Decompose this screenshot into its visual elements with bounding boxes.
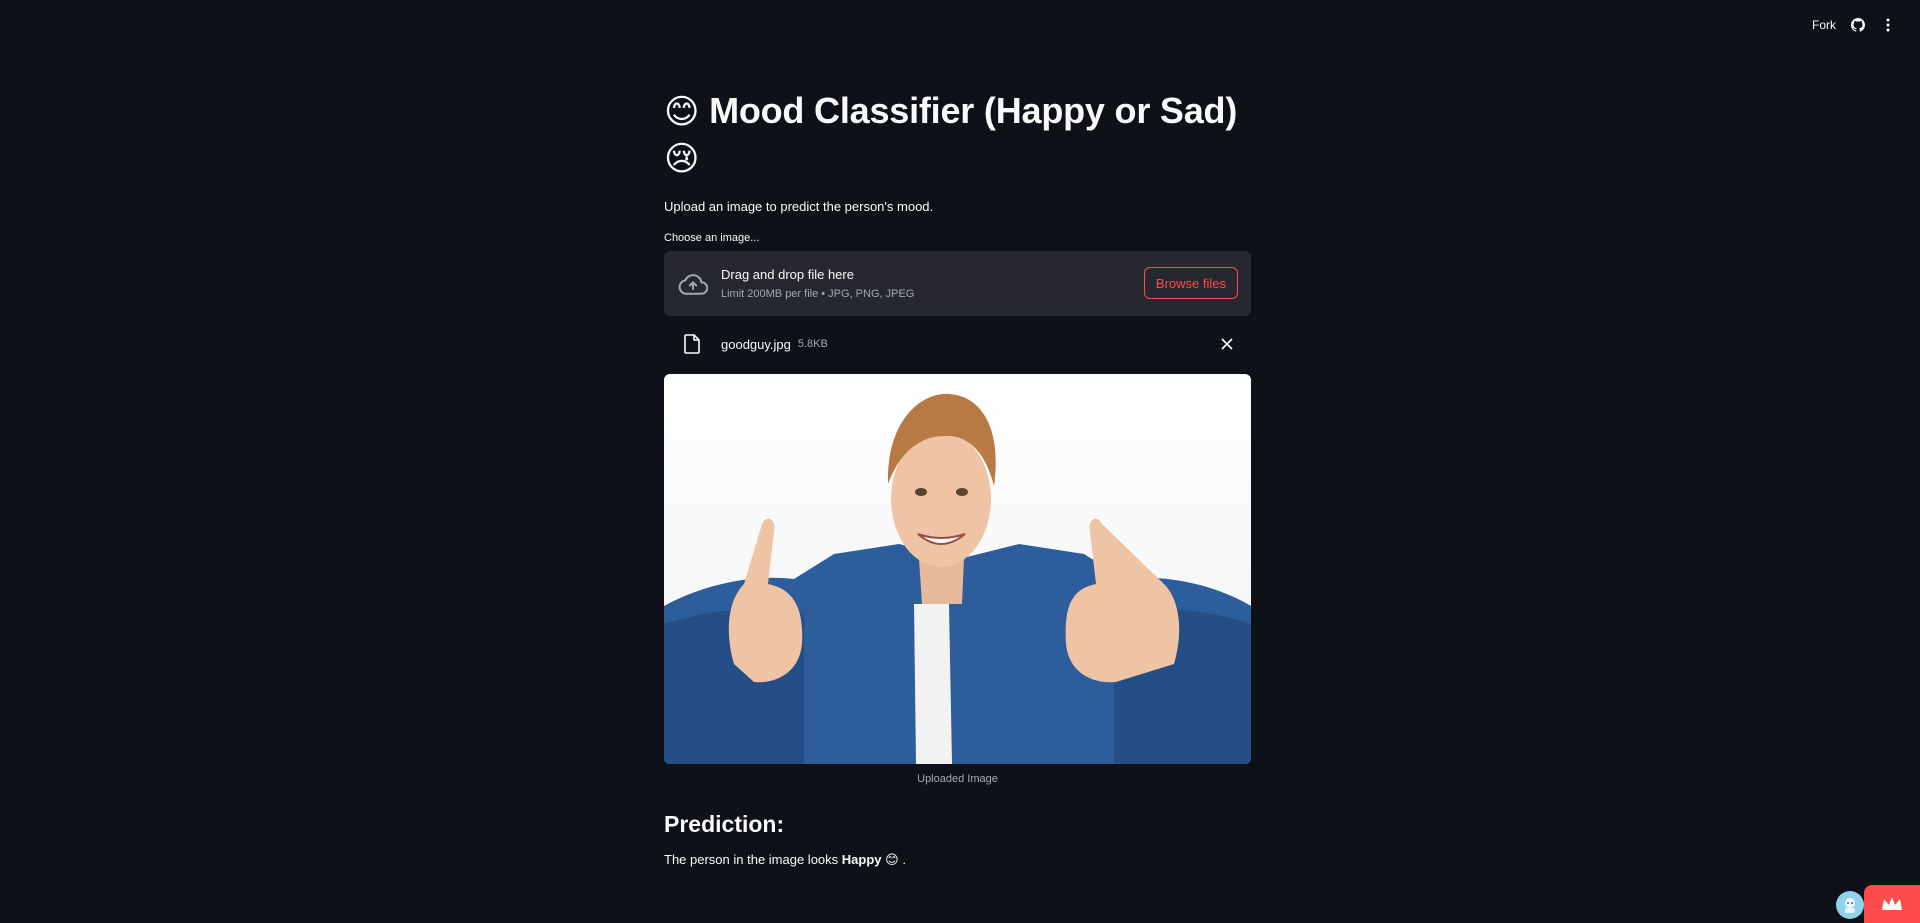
more-vertical-icon[interactable] bbox=[1880, 17, 1896, 33]
prediction-text: The person in the image looks Happy 😊 . bbox=[664, 852, 1251, 868]
github-icon[interactable] bbox=[1850, 17, 1866, 33]
cloud-upload-icon bbox=[677, 268, 709, 300]
page-title-text: Mood Classifier (Happy or Sad) bbox=[709, 90, 1238, 131]
smile-emoji-icon: 😊 bbox=[664, 93, 700, 131]
streamlit-crown-badge-icon[interactable] bbox=[1864, 885, 1920, 923]
prediction-value: Happy bbox=[841, 852, 882, 867]
remove-file-icon[interactable] bbox=[1219, 336, 1235, 352]
fork-button[interactable]: Fork bbox=[1812, 18, 1836, 32]
file-dropzone[interactable]: Drag and drop file here Limit 200MB per … bbox=[664, 251, 1251, 316]
avatar-icon[interactable] bbox=[1836, 891, 1864, 919]
prediction-suffix: . bbox=[898, 852, 906, 867]
uploaded-photo-illustration bbox=[664, 393, 1251, 764]
file-name: goodguy.jpg bbox=[721, 336, 791, 352]
top-toolbar: Fork bbox=[1812, 0, 1920, 50]
uploaded-image bbox=[664, 374, 1251, 764]
dropzone-title: Drag and drop file here bbox=[721, 267, 854, 282]
uploader-label: Choose an image... bbox=[664, 232, 760, 244]
main-content: 😊 Mood Classifier (Happy or Sad) 😢 Uploa… bbox=[664, 88, 1251, 868]
page-title: 😊 Mood Classifier (Happy or Sad) 😢 bbox=[664, 88, 1251, 182]
browse-files-button[interactable]: Browse files bbox=[1143, 267, 1238, 299]
image-caption: Uploaded Image bbox=[917, 773, 998, 785]
prediction-emoji-icon: 😊 bbox=[885, 852, 899, 867]
subtitle: Upload an image to predict the person's … bbox=[664, 199, 934, 214]
file-icon bbox=[682, 333, 702, 355]
dropzone-limit: Limit 200MB per file • JPG, PNG, JPEG bbox=[721, 288, 915, 300]
file-size: 5.8KB bbox=[797, 338, 828, 350]
prediction-heading: Prediction: bbox=[664, 811, 785, 837]
prediction-prefix: The person in the image looks bbox=[664, 852, 842, 867]
uploaded-file-row: goodguy.jpg 5.8KB bbox=[664, 326, 1251, 362]
sad-emoji-icon: 😢 bbox=[664, 140, 700, 178]
